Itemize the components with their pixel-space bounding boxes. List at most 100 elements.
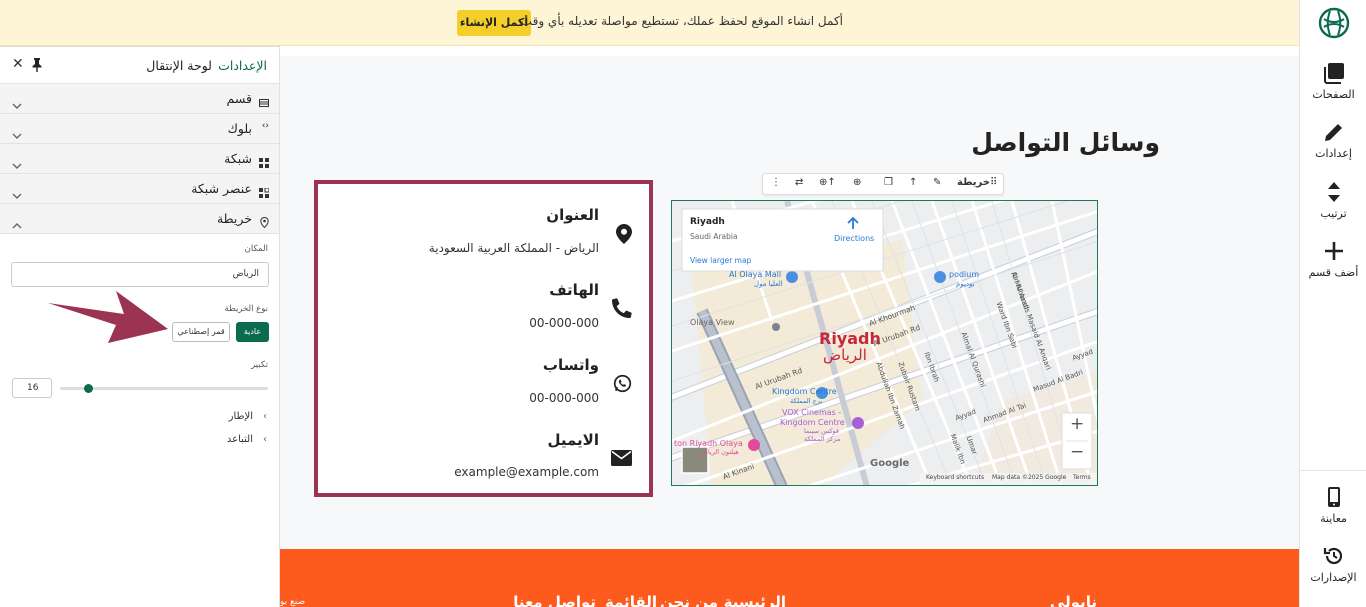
map-terms-link[interactable]: Terms	[1073, 474, 1091, 481]
rail-versions[interactable]: الإصدارات	[1300, 545, 1366, 584]
footer-link-menu[interactable]: القائمة	[605, 593, 657, 607]
map-type-satellite-button[interactable]: قمر إصطناعي	[172, 322, 230, 342]
contact-info-box[interactable]: العنوان الرياض - المملكة العربية السعودي…	[314, 180, 653, 497]
location-input-value: الرياض	[232, 269, 259, 279]
edit-pencil-icon[interactable]: ✎	[933, 177, 941, 188]
section-icon	[259, 93, 269, 112]
footer-link-home[interactable]: الرئيسية	[724, 593, 786, 607]
chevron-left-icon[interactable]: ‹	[263, 434, 267, 445]
canvas-top-strip	[280, 46, 1299, 56]
map-zoom-in-button[interactable]: +	[1070, 414, 1084, 434]
map-label-olaya-hotel: ton Riyadh Olaya	[674, 439, 743, 448]
panel-header: الإعدادات لوحة الإنتقال ✕	[0, 47, 279, 84]
zoom-slider-thumb[interactable]	[84, 384, 93, 393]
rail-preview[interactable]: معاينة	[1300, 486, 1366, 525]
map-label-mall-ar: العليا مول	[754, 280, 783, 288]
chevron-down-icon	[12, 124, 22, 143]
pin-icon[interactable]	[31, 57, 43, 76]
location-label: المكان	[244, 244, 268, 254]
map-label-mall: Al Olaya Mall	[729, 270, 782, 279]
plus-icon	[1324, 242, 1343, 260]
map-label-podium: podium	[949, 270, 980, 279]
map-card-title: Riyadh	[690, 217, 725, 227]
brand-logo	[1300, 7, 1366, 43]
chevron-down-icon	[12, 94, 22, 113]
footer-credit: صنع بو	[280, 597, 306, 607]
rail-add-section[interactable]: أضف قسم	[1300, 240, 1366, 279]
phone-title: الهاتف	[549, 281, 599, 299]
add-above-icon[interactable]: ⊕↑	[819, 177, 836, 188]
spacing-label[interactable]: التباعد	[227, 434, 253, 445]
tab-navigator[interactable]: لوحة الإنتقال	[146, 58, 212, 73]
drag-handle-icon[interactable]: ⠿	[990, 177, 997, 188]
phone-value: 00-000-000	[529, 316, 599, 330]
map-card-subtitle: Saudi Arabia	[690, 232, 738, 241]
accordion-section-label: قسم	[226, 91, 252, 106]
footer-link-about[interactable]: من نحن	[660, 593, 718, 607]
accordion-map-label: خريطة	[216, 211, 252, 226]
close-icon[interactable]: ✕	[12, 56, 24, 72]
grid-icon	[259, 153, 269, 172]
border-label[interactable]: الإطار	[229, 411, 253, 422]
map-keyboard-shortcuts[interactable]: Keyboard shortcuts	[926, 474, 984, 481]
map-type-normal-button[interactable]: عادية	[236, 322, 269, 342]
more-options-icon[interactable]: ⋮	[771, 177, 781, 188]
whatsapp-title: واتساب	[542, 356, 599, 374]
banner-message: أكمل انشاء الموقع لحفظ عملك، تستطيع مواص…	[520, 14, 843, 28]
map-data-credit: Map data ©2025 Google	[992, 474, 1067, 481]
settings-panel: الإعدادات لوحة الإنتقال ✕ قسم بلوك ‹› شب…	[0, 46, 280, 607]
email-icon	[611, 450, 632, 470]
accordion-block[interactable]: بلوك ‹›	[0, 114, 279, 144]
map-label-kingdom: Kingdom Centre	[772, 387, 837, 396]
map-label-kingdom-ar: برج المملكة	[790, 397, 823, 405]
embedded-map[interactable]: Riyadh Saudi Arabia Directions View larg…	[671, 200, 1098, 486]
mobile-icon	[1327, 487, 1340, 507]
address-title: العنوان	[546, 206, 599, 224]
view-larger-map-link[interactable]: View larger map	[690, 256, 751, 265]
address-value: الرياض - المملكة العربية السعودية	[428, 241, 599, 255]
rail-sort-label: ترتيب	[1320, 207, 1347, 220]
accordion-section[interactable]: قسم	[0, 84, 279, 114]
location-input[interactable]: الرياض	[11, 262, 269, 287]
rail-settings-label: إعدادات	[1315, 147, 1352, 160]
rail-add-section-label: أضف قسم	[1308, 266, 1359, 279]
email-value: example@example.com	[454, 465, 599, 479]
accordion-grid-label: شبكة	[224, 151, 252, 166]
site-footer: نابولي الرئيسية من نحن القائمة تواصل معن…	[280, 549, 1299, 607]
history-icon	[1323, 547, 1342, 565]
accordion-block-label: بلوك	[227, 121, 252, 136]
map-label-vox-1: VOX Cinemas -	[782, 408, 842, 417]
map-label-olaya-hotel-ar: هيلتون الرياض	[700, 448, 739, 456]
grid-item-icon	[259, 183, 270, 202]
pages-icon	[1323, 63, 1344, 84]
map-toolbar-label: خريطة	[957, 177, 990, 188]
move-up-icon[interactable]: ↑	[909, 177, 917, 188]
tab-settings[interactable]: الإعدادات	[218, 58, 267, 73]
swap-icon[interactable]: ⇄	[795, 177, 803, 188]
rail-sort[interactable]: ترتيب	[1300, 181, 1366, 220]
map-label-vox-ar-2: مركز المملكة	[804, 435, 841, 443]
map-directions-link[interactable]: Directions	[834, 234, 874, 243]
map-zoom-out-button[interactable]: −	[1070, 442, 1084, 462]
add-below-icon[interactable]: ⊕	[853, 177, 861, 188]
rail-settings[interactable]: إعدادات	[1300, 121, 1366, 160]
chevron-left-icon[interactable]: ‹	[263, 411, 267, 422]
accordion-grid[interactable]: شبكة	[0, 144, 279, 174]
footer-link-contact[interactable]: تواصل معنا	[513, 593, 596, 607]
zoom-input-value: 16	[27, 383, 39, 393]
duplicate-icon[interactable]: ❐	[884, 177, 893, 188]
zoom-input[interactable]: 16	[12, 378, 52, 398]
accordion-map[interactable]: خريطة	[0, 204, 279, 234]
map-label-olaya-view: Olaya View	[690, 318, 735, 327]
phone-icon	[611, 298, 632, 322]
chevron-down-icon	[12, 154, 22, 173]
rail-versions-label: الإصدارات	[1310, 571, 1357, 584]
pencil-icon	[1324, 124, 1342, 141]
top-banner: أكمل الإنشاء أكمل انشاء الموقع لحفظ عملك…	[0, 0, 1299, 46]
rail-pages[interactable]: الصفحات	[1300, 62, 1366, 101]
accordion-grid-item[interactable]: عنصر شبكة	[0, 174, 279, 204]
code-icon: ‹›	[261, 121, 269, 131]
map-type-label: نوع الخريطة	[224, 304, 268, 314]
zoom-label: تكبير	[251, 360, 268, 370]
whatsapp-value: 00-000-000	[529, 391, 599, 405]
